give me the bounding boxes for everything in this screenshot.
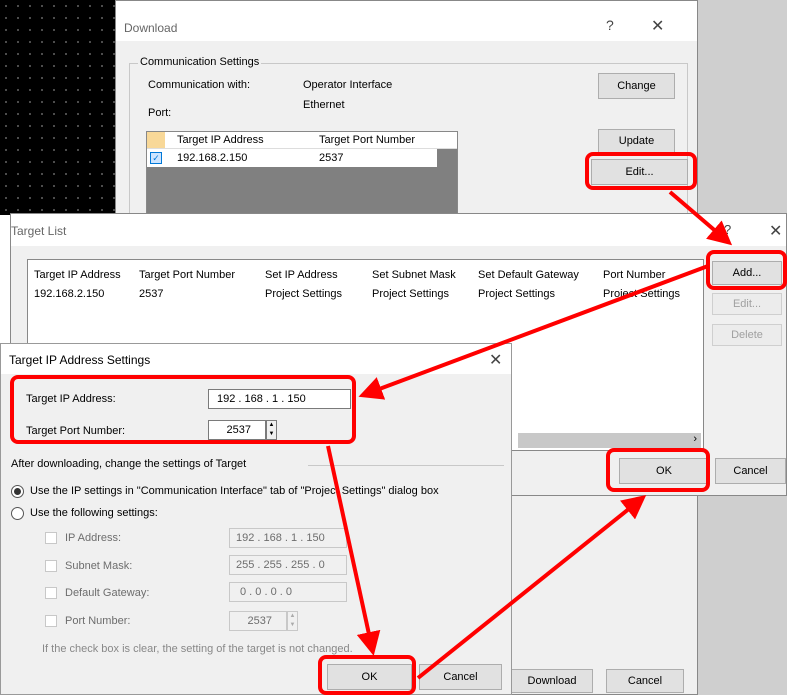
arrow-ok-to-target-ok xyxy=(416,494,647,680)
arrow-edit-to-add xyxy=(668,190,733,246)
annotation-arrows xyxy=(326,190,733,680)
arrow-fields-to-ok xyxy=(326,445,381,656)
arrow-add-to-fields xyxy=(358,264,709,400)
